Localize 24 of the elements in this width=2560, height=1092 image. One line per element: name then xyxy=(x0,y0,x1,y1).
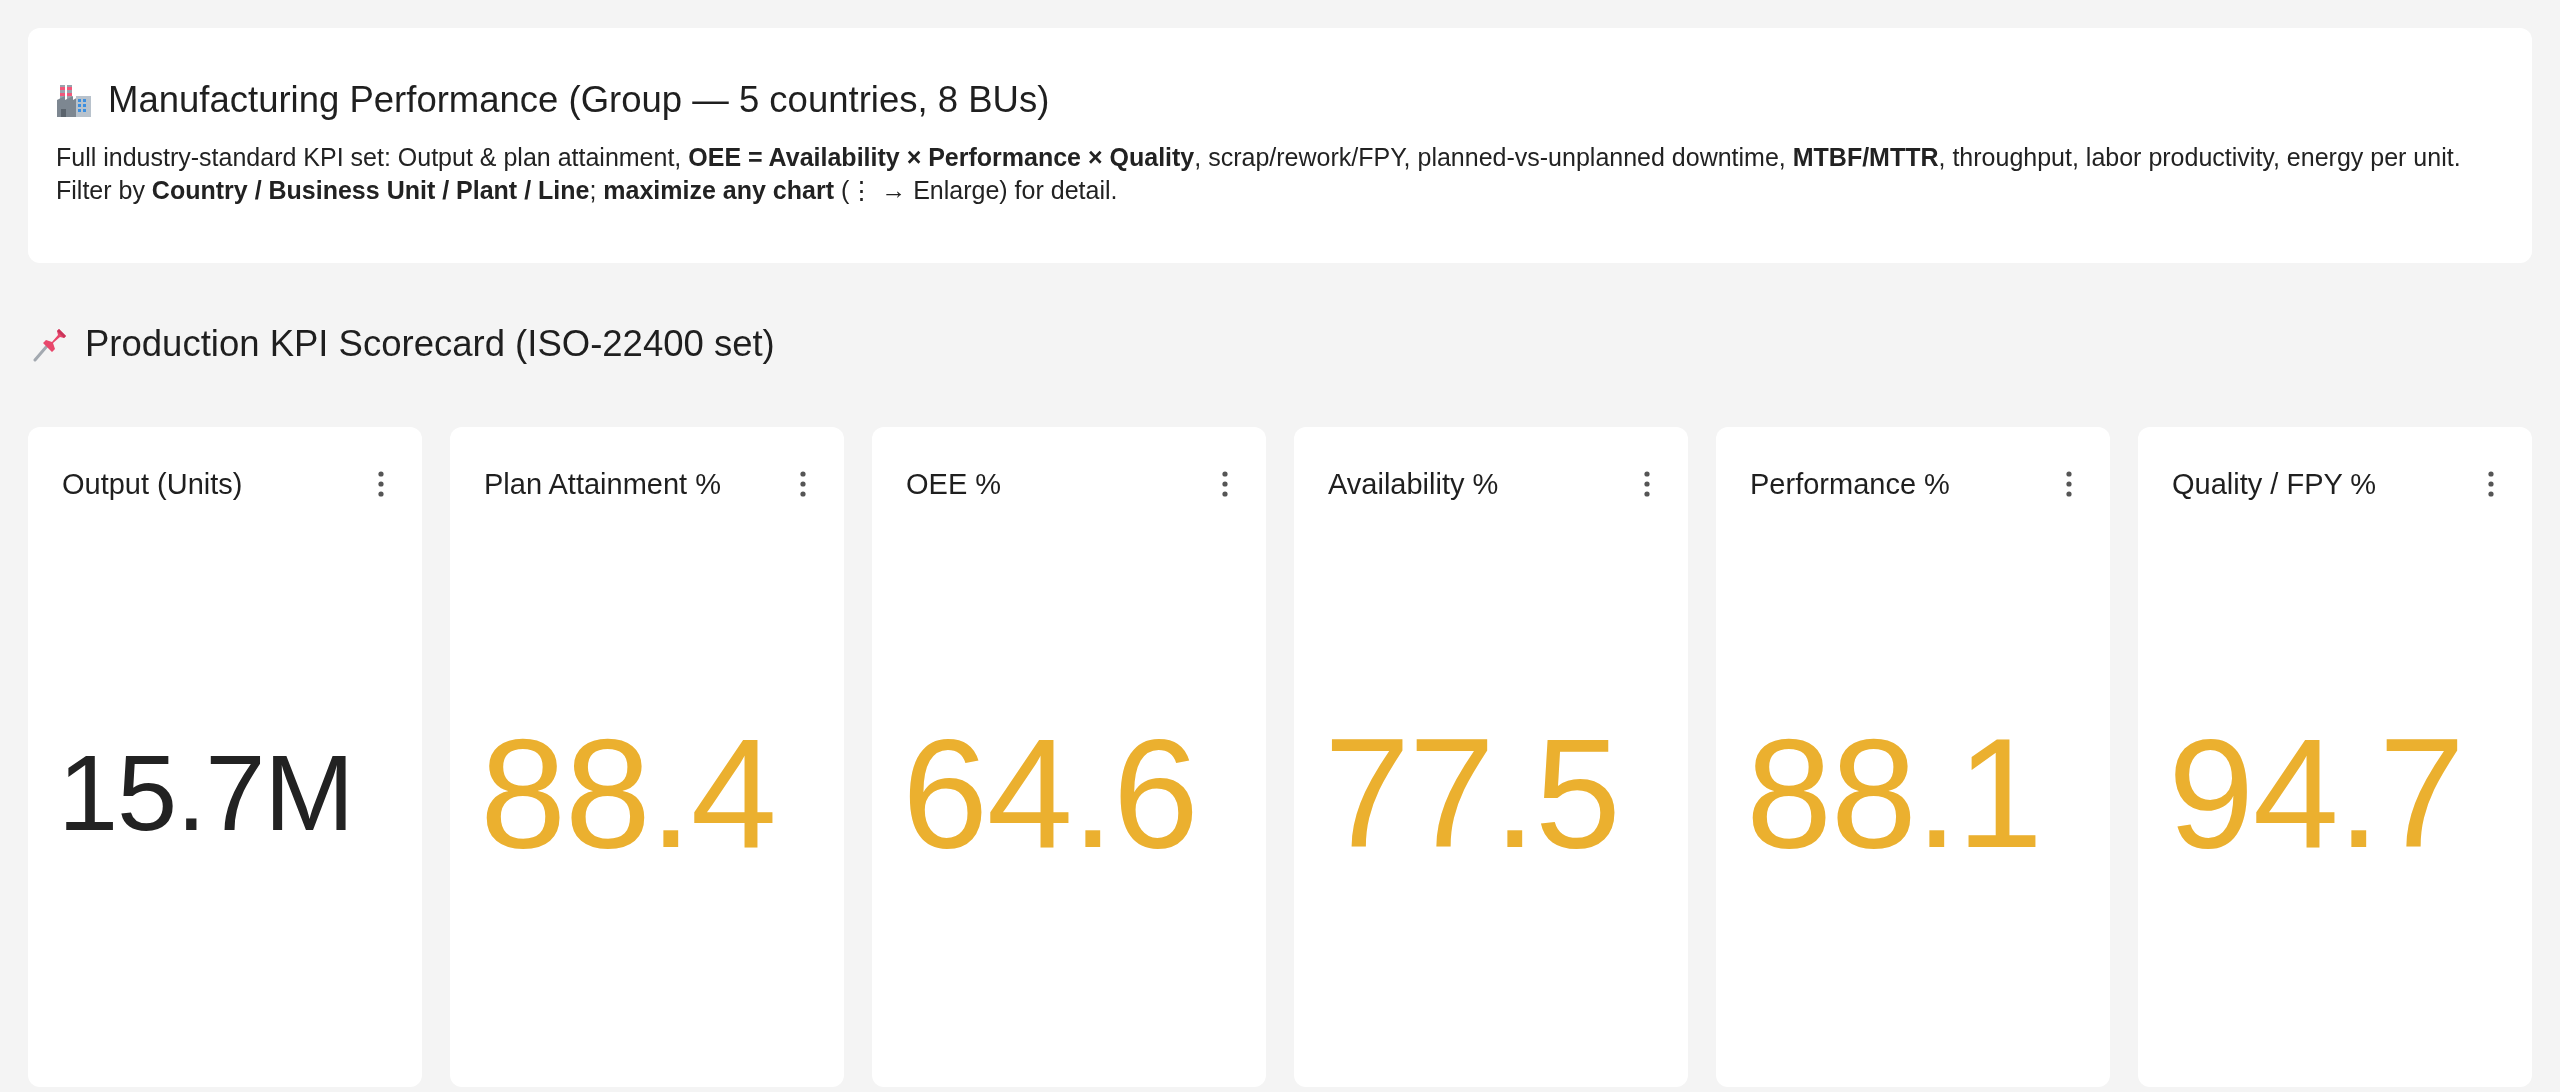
more-menu-icon[interactable] xyxy=(2066,471,2072,497)
more-menu-icon[interactable] xyxy=(1644,471,1650,497)
description-text: Filter by Country / Business Unit / Plant / Line; maximize any chart (⋮ → Enlarge) for detail. xyxy=(56,175,1119,206)
kpi-value: 15.7M xyxy=(58,738,354,848)
kpi-value: 64.6 xyxy=(902,715,1198,871)
more-menu-icon[interactable] xyxy=(2488,471,2494,497)
more-menu-icon[interactable] xyxy=(378,471,384,497)
kpi-value: 94.7 xyxy=(2168,715,2464,871)
factory-icon xyxy=(56,82,92,118)
kpi-value: 88.4 xyxy=(480,715,776,871)
kpi-title: Quality / FPY % xyxy=(2172,468,2377,500)
kpi-title: OEE % xyxy=(906,468,1002,500)
kpi-title: Plan Attainment % xyxy=(484,468,721,500)
section-title: Production KPI Scorecard (ISO-22400 set) xyxy=(85,322,775,366)
dashboard-title: Manufacturing Performance (Group — 5 countries, 8 BUs) xyxy=(108,78,1050,122)
description-text: Full industry-standard KPI set: Output & plan attainment, OEE = Availability × Performance × Quality, scrap/rework/FPY, planned-vs-unplanned downtime, MTBF/MTTR, throughput, labor productivity, energy per unit. xyxy=(56,142,2462,173)
more-menu-icon[interactable] xyxy=(800,471,806,497)
pushpin-icon xyxy=(33,326,69,362)
kpi-title: Performance % xyxy=(1750,468,1950,500)
kpi-title: Availability % xyxy=(1328,468,1499,500)
more-menu-icon[interactable] xyxy=(1222,471,1228,497)
kpi-value: 77.5 xyxy=(1324,715,1620,871)
kpi-title: Output (Units) xyxy=(62,468,243,500)
kpi-value: 88.1 xyxy=(1746,715,2042,871)
